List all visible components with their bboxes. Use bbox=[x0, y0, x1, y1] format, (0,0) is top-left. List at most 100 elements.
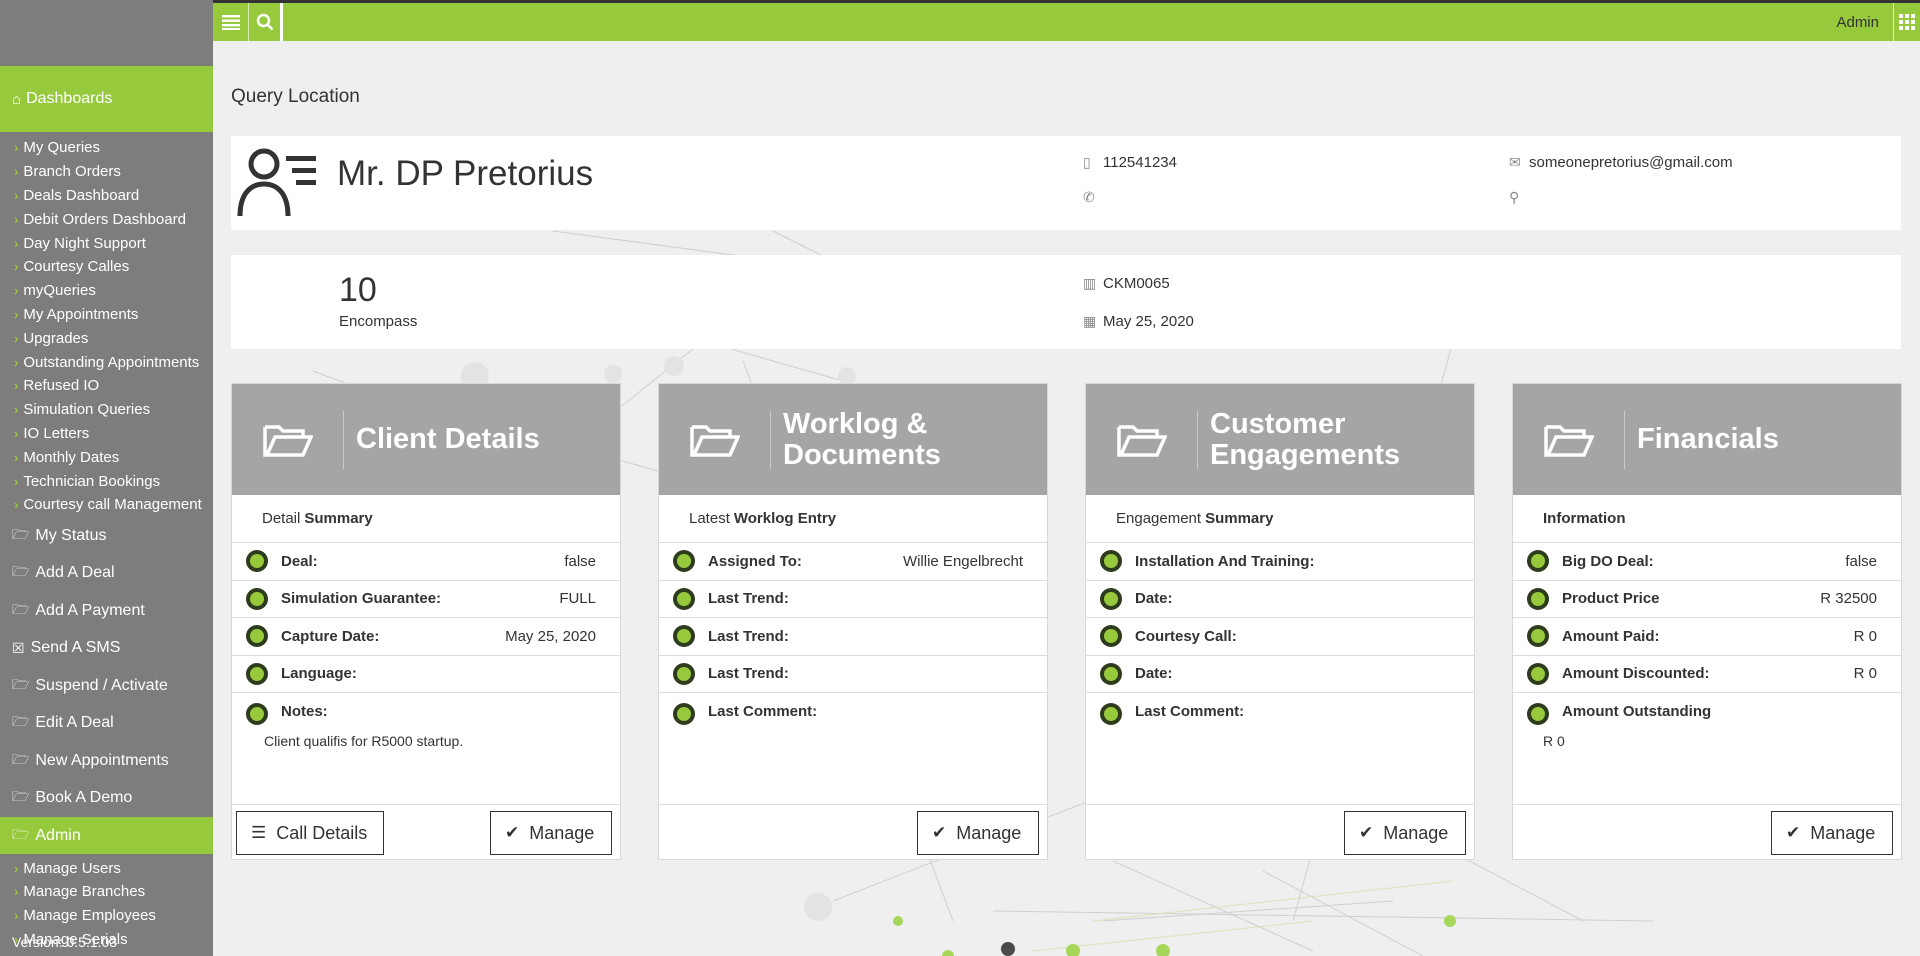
card-footer: ✔ Manage bbox=[1086, 804, 1474, 859]
bullet-icon bbox=[1527, 625, 1549, 648]
folder-open-icon: 🗁 bbox=[12, 563, 30, 579]
manage-button[interactable]: ✔ Manage bbox=[490, 811, 612, 855]
envelope-icon: ✉ bbox=[1509, 154, 1521, 170]
search-button[interactable] bbox=[249, 3, 283, 41]
chevron-right-icon: › bbox=[14, 187, 19, 203]
chevron-right-icon: › bbox=[14, 425, 19, 441]
sidebar-subitem[interactable]: › Manage Users bbox=[0, 856, 213, 880]
sidebar: ⌂ Dashboards › My Queries › Branch Orders … bbox=[0, 0, 213, 956]
sidebar-subitem[interactable]: › Monthly Dates bbox=[0, 445, 213, 469]
sidebar-subitem[interactable]: › Day Night Support bbox=[0, 231, 213, 255]
folder-open-icon: 🗁 bbox=[12, 713, 30, 729]
sidebar-subitem[interactable]: › Manage Branches bbox=[0, 880, 213, 904]
sidebar-subitem[interactable]: › Courtesy call Management bbox=[0, 493, 213, 517]
list-icon bbox=[221, 15, 240, 30]
serial-number: ▥ CKM0065 bbox=[1083, 275, 1170, 292]
phone-number: ✆ bbox=[1083, 189, 1103, 206]
barcode-icon: ▥ bbox=[1083, 275, 1097, 291]
manage-button[interactable]: ✔ Manage bbox=[917, 811, 1039, 855]
sidebar-item-add-payment[interactable]: 🗁 Add A Payment bbox=[0, 592, 213, 630]
chevron-right-icon: › bbox=[14, 283, 19, 299]
sidebar-subitem[interactable]: › Branch Orders bbox=[0, 160, 213, 184]
customer-engagements-card: Customer Engagements Engagement Summary In… bbox=[1085, 383, 1475, 860]
chevron-right-icon: › bbox=[14, 378, 19, 394]
dashboards-submenu: › My Queries › Branch Orders › Deals Dashbo… bbox=[0, 132, 213, 517]
card-subtitle: Detail Summary bbox=[232, 495, 620, 543]
detail-row: Assigned To: Willie Engelbrecht bbox=[659, 543, 1047, 581]
mobile-icon: ▯ bbox=[1083, 154, 1091, 170]
detail-row: Courtesy Call: bbox=[1086, 618, 1474, 656]
card-header: Customer Engagements bbox=[1086, 384, 1474, 495]
deal-brand: Encompass bbox=[339, 313, 418, 330]
sidebar-item-send-sms[interactable]: ☒ Send A SMS bbox=[0, 629, 213, 667]
bullet-icon bbox=[1527, 703, 1549, 725]
deal-info-panel: 10 Encompass ▥ CKM0065 ▦ May 25, 2020 bbox=[231, 255, 1901, 349]
sidebar-subitem[interactable]: › My Appointments bbox=[0, 303, 213, 327]
bullet-icon bbox=[673, 625, 695, 648]
calendar-icon: ▦ bbox=[1083, 313, 1097, 329]
call-details-button[interactable]: ☰ Call Details bbox=[236, 811, 384, 855]
grid-icon bbox=[1899, 14, 1915, 30]
bullet-icon bbox=[673, 703, 695, 725]
chevron-right-icon: › bbox=[14, 449, 19, 465]
bullet-icon bbox=[1100, 587, 1122, 610]
card-title: Financials bbox=[1637, 423, 1779, 455]
card-subtitle: Engagement Summary bbox=[1086, 495, 1474, 543]
menu-toggle-button[interactable] bbox=[213, 3, 249, 41]
sidebar-subitem[interactable]: › Simulation Queries bbox=[0, 398, 213, 422]
chevron-right-icon: › bbox=[14, 306, 19, 322]
manage-button[interactable]: ✔ Manage bbox=[1344, 811, 1466, 855]
list-icon: ☰ bbox=[251, 823, 267, 842]
detail-row: Date: bbox=[1086, 581, 1474, 618]
sidebar-item-new-appointments[interactable]: 🗁 New Appointments bbox=[0, 742, 213, 780]
deal-number: 10 bbox=[339, 271, 377, 309]
sidebar-subitem[interactable]: › Refused IO bbox=[0, 374, 213, 398]
detail-row: Product Price R 32500 bbox=[1513, 581, 1901, 618]
manage-button[interactable]: ✔ Manage bbox=[1771, 811, 1893, 855]
sidebar-subitem[interactable]: › My Queries bbox=[0, 136, 213, 160]
client-details-card: Client Details Detail Summary Deal: false … bbox=[231, 383, 621, 860]
sidebar-item-book-demo[interactable]: 🗁 Book A Demo bbox=[0, 779, 213, 817]
bullet-icon bbox=[1100, 550, 1122, 573]
bullet-icon bbox=[246, 550, 268, 573]
admin-user-menu[interactable]: Admin bbox=[1836, 3, 1894, 41]
client-header-panel: Mr. DP Pretorius ▯ 112541234 ✆ ✉ someonepr… bbox=[231, 136, 1901, 230]
deal-date: ▦ May 25, 2020 bbox=[1083, 313, 1194, 330]
detail-row: Amount Discounted: R 0 bbox=[1513, 656, 1901, 693]
sidebar-item-edit-deal[interactable]: 🗁 Edit A Deal bbox=[0, 704, 213, 742]
bullet-icon bbox=[246, 625, 268, 648]
sidebar-subitem[interactable]: › myQueries bbox=[0, 279, 213, 303]
sidebar-subitem[interactable]: › Deals Dashboard bbox=[0, 184, 213, 208]
sidebar-item-my-status[interactable]: 🗁 My Status bbox=[0, 517, 213, 555]
sidebar-subitem[interactable]: › Outstanding Appointments bbox=[0, 350, 213, 374]
sidebar-item-dashboards[interactable]: ⌂ Dashboards bbox=[0, 66, 213, 132]
detail-row: Amount Paid: R 0 bbox=[1513, 618, 1901, 656]
sidebar-subitem[interactable]: › Manage Employees bbox=[0, 904, 213, 928]
folder-open-icon: 🗁 bbox=[12, 750, 30, 767]
email-address[interactable]: ✉ someonepretorius@gmail.com bbox=[1509, 154, 1733, 171]
phone-icon: ✆ bbox=[1083, 189, 1095, 205]
sidebar-subitem[interactable]: › Technician Bookings bbox=[0, 469, 213, 493]
chevron-right-icon: › bbox=[14, 884, 19, 900]
folder-open-icon bbox=[232, 410, 344, 469]
bullet-icon bbox=[673, 550, 695, 573]
sms-icon: ☒ bbox=[12, 639, 25, 656]
apps-grid-button[interactable] bbox=[1894, 3, 1920, 41]
sidebar-item-admin[interactable]: 🗁 Admin bbox=[0, 816, 213, 855]
bullet-icon bbox=[673, 587, 695, 610]
bullet-icon bbox=[1527, 662, 1549, 685]
search-icon bbox=[256, 13, 273, 31]
check-icon: ✔ bbox=[1359, 823, 1374, 842]
sidebar-item-suspend-activate[interactable]: 🗁 Suspend / Activate bbox=[0, 667, 213, 705]
bullet-icon bbox=[1527, 550, 1549, 573]
sidebar-subitem[interactable]: › IO Letters bbox=[0, 422, 213, 446]
sidebar-logo-area bbox=[0, 0, 213, 66]
folder-open-icon bbox=[1086, 410, 1198, 469]
sidebar-subitem[interactable]: › Courtesy Calles bbox=[0, 255, 213, 279]
sidebar-subitem[interactable]: › Debit Orders Dashboard bbox=[0, 207, 213, 231]
client-name: Mr. DP Pretorius bbox=[337, 154, 594, 193]
sidebar-item-add-deal[interactable]: 🗁 Add A Deal bbox=[0, 554, 213, 592]
notes-text: Client qualifis for R5000 startup. bbox=[264, 733, 464, 749]
card-footer: ☰ Call Details ✔ Manage bbox=[232, 804, 620, 859]
sidebar-subitem[interactable]: › Upgrades bbox=[0, 326, 213, 350]
